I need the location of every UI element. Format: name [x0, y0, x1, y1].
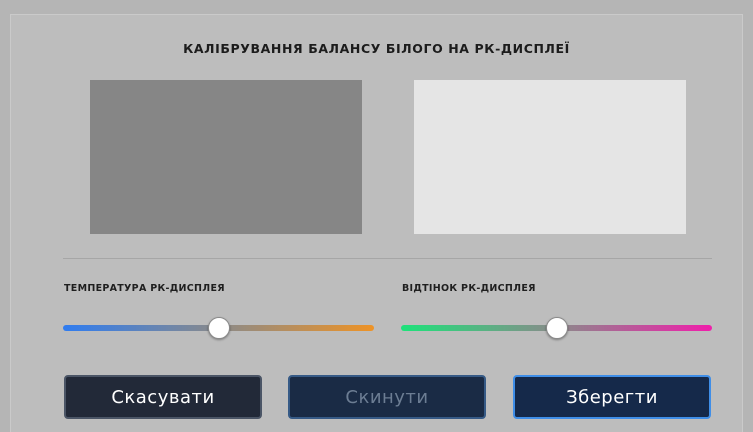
reference-white-swatch — [414, 80, 686, 234]
temperature-slider[interactable] — [63, 317, 374, 339]
reference-gray-swatch — [90, 80, 362, 234]
reset-button[interactable]: Скинути — [288, 375, 486, 419]
divider — [63, 258, 712, 259]
tint-label: ВІДТІНОК РК-ДИСПЛЕЯ — [402, 283, 536, 294]
dialog-title: КАЛІБРУВАННЯ БАЛАНСУ БІЛОГО НА РК-ДИСПЛЕ… — [183, 41, 570, 56]
temperature-slider-handle[interactable] — [207, 317, 230, 339]
temperature-label: ТЕМПЕРАТУРА РК-ДИСПЛЕЯ — [64, 283, 225, 294]
white-balance-dialog: КАЛІБРУВАННЯ БАЛАНСУ БІЛОГО НА РК-ДИСПЛЕ… — [10, 14, 743, 432]
save-button[interactable]: Зберегти — [513, 375, 711, 419]
cancel-button[interactable]: Скасувати — [64, 375, 262, 419]
tint-slider-handle[interactable] — [545, 317, 568, 339]
tint-slider[interactable] — [401, 317, 712, 339]
